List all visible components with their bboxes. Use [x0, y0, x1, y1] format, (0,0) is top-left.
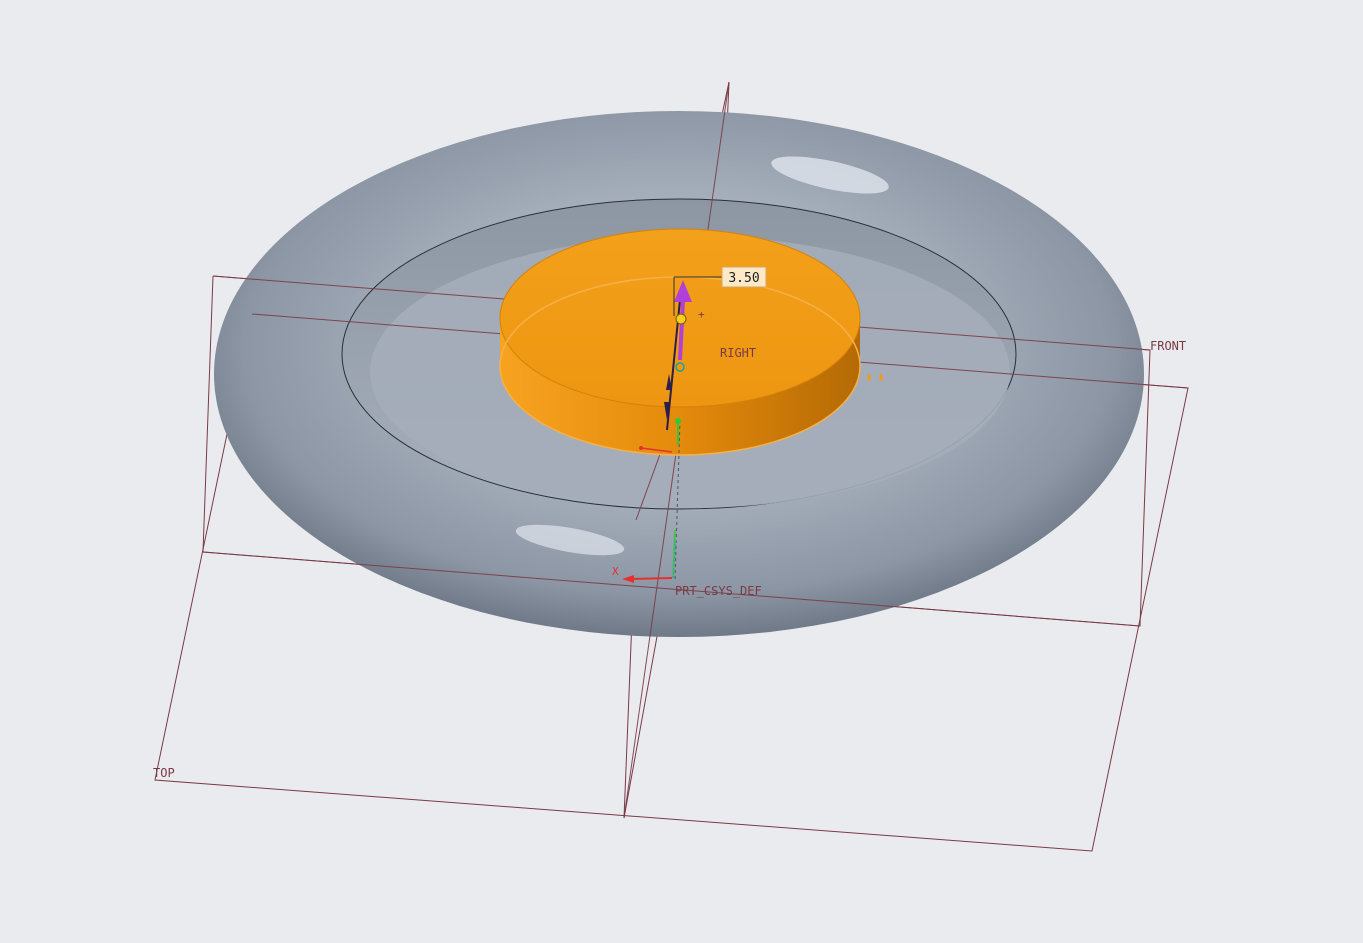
x-axis-label: X: [612, 565, 619, 578]
dimension-value[interactable]: 3.50: [728, 271, 759, 286]
model-canvas[interactable]: 3.50 + ▮ ▮ FRONT TOP RIGHT PRT_CSYS_DEF …: [0, 0, 1363, 939]
csys-label[interactable]: PRT_CSYS_DEF: [675, 584, 762, 598]
svg-text:▮ ▮: ▮ ▮: [866, 372, 884, 383]
right-plane-label[interactable]: RIGHT: [720, 346, 756, 360]
svg-text:+: +: [698, 308, 705, 321]
graphics-viewport[interactable]: 3.50 + ▮ ▮ FRONT TOP RIGHT PRT_CSYS_DEF …: [0, 0, 1363, 939]
drag-handle-circle-icon[interactable]: [675, 313, 687, 325]
front-plane-label[interactable]: FRONT: [1150, 339, 1186, 353]
top-plane-label[interactable]: TOP: [153, 766, 175, 780]
